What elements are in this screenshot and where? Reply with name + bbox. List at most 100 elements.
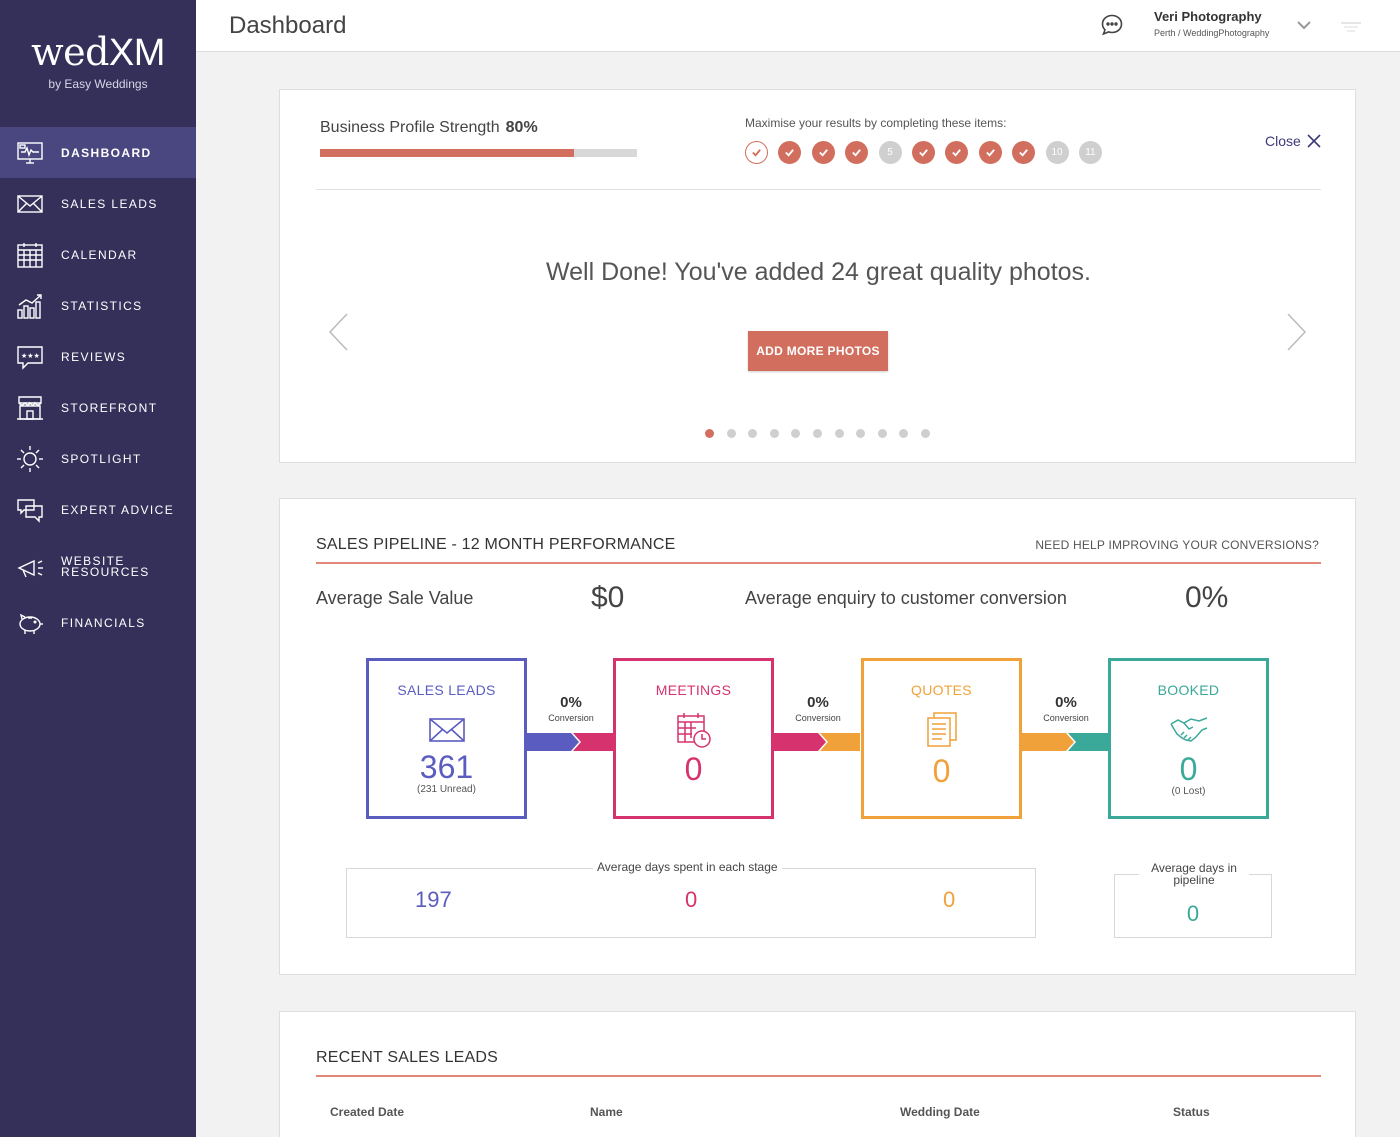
completion-step[interactable] xyxy=(911,141,935,164)
profile-strength-value: 80% xyxy=(505,119,538,136)
app-logo[interactable]: wedXM by Easy Weddings xyxy=(0,30,196,91)
sidebar-item-label: SPOTLIGHT xyxy=(61,451,142,466)
sidebar-item-label: STATISTICS xyxy=(61,298,143,313)
sidebar-item-website-resources[interactable]: WEBSITE RESOURCES xyxy=(0,541,196,592)
sidebar-item-calendar[interactable]: CALENDAR xyxy=(0,229,196,280)
sidebar-item-label: REVIEWS xyxy=(61,349,127,364)
stage-count: 0 xyxy=(1179,751,1198,787)
completion-step[interactable]: 10 xyxy=(1045,141,1069,164)
check-icon xyxy=(852,149,862,157)
stage-subtext: (0 Lost) xyxy=(1171,786,1206,797)
completion-step[interactable] xyxy=(778,141,802,164)
stage-meetings[interactable]: MEETINGS 0 xyxy=(613,658,774,819)
slide-dot[interactable] xyxy=(834,429,844,438)
conversion-percent: 0% xyxy=(807,694,829,711)
check-icon xyxy=(1019,149,1028,157)
stage-sales-leads[interactable]: SALES LEADS 361 (231 Unread) xyxy=(366,658,527,819)
stage-title: QUOTES xyxy=(911,682,972,698)
stage-title: SALES LEADS xyxy=(397,682,496,698)
completion-step[interactable] xyxy=(978,141,1002,164)
avg-days-stage-title: Average days spent in each stage xyxy=(593,860,782,874)
sidebar-item-storefront[interactable]: STOREFRONT xyxy=(0,382,196,433)
maximise-label: Maximise your results by completing thes… xyxy=(745,116,1007,130)
days-quotes: 0 xyxy=(943,887,956,912)
stage-subtext: (231 Unread) xyxy=(417,784,476,795)
check-icon xyxy=(785,149,795,157)
slide-dot[interactable] xyxy=(812,429,822,438)
sidebar-item-label: WEBSITE RESOURCES xyxy=(61,553,150,579)
profile-strength-fill xyxy=(320,149,574,157)
sidebar-item-dashboard[interactable]: DASHBOARD xyxy=(0,127,196,178)
slide-dots xyxy=(705,429,943,438)
slide-dot[interactable] xyxy=(899,429,909,438)
slide-dot[interactable] xyxy=(748,429,758,438)
slide-message: Well Done! You've added 24 great quality… xyxy=(546,258,1091,286)
recent-sales-leads-card: RECENT SALES LEADS Created Date Name Wed… xyxy=(279,1011,1356,1137)
profile-strength-text: Business Profile Strength xyxy=(320,119,500,136)
column-status[interactable]: Status xyxy=(1173,1105,1210,1119)
envelope-icon xyxy=(16,190,44,218)
slide-dot[interactable] xyxy=(769,429,779,438)
chevron-down-icon[interactable] xyxy=(1297,20,1311,30)
logo-subtitle: by Easy Weddings xyxy=(48,77,148,91)
sidebar-item-financials[interactable]: FINANCIALS xyxy=(0,597,196,648)
slide-dot[interactable] xyxy=(705,429,714,438)
completion-step[interactable] xyxy=(811,141,835,164)
sidebar-item-reviews[interactable]: ★★★ REVIEWS xyxy=(0,331,196,382)
business-logo xyxy=(1341,22,1361,32)
completion-step[interactable] xyxy=(945,141,969,164)
completion-step[interactable] xyxy=(1012,141,1036,164)
avg-sale-label: Average Sale Value xyxy=(316,588,474,608)
column-created-date[interactable]: Created Date xyxy=(330,1105,404,1119)
sidebar-item-label: FINANCIALS xyxy=(61,615,146,630)
statistics-icon xyxy=(16,292,44,320)
connector-arrow xyxy=(774,733,860,751)
sidebar-item-label: CALENDAR xyxy=(61,247,138,262)
completion-step[interactable] xyxy=(845,141,869,164)
slide-dot[interactable] xyxy=(856,429,866,438)
conversion-quotes-booked: 0% Conversion xyxy=(1023,694,1109,723)
avg-days-pipeline-title: Average days in pipeline xyxy=(1139,862,1249,886)
stage-booked[interactable]: BOOKED 0 (0 Lost) xyxy=(1108,658,1269,819)
sidebar-item-expert-advice[interactable]: EXPERT ADVICE xyxy=(0,484,196,535)
column-wedding-date[interactable]: Wedding Date xyxy=(900,1105,980,1119)
chevron-left-icon[interactable] xyxy=(328,312,350,352)
sidebar-item-spotlight[interactable]: SPOTLIGHT xyxy=(0,433,196,484)
slide-dot[interactable] xyxy=(877,429,887,438)
sidebar-item-statistics[interactable]: STATISTICS xyxy=(0,280,196,331)
completion-step[interactable]: 5 xyxy=(878,141,902,164)
check-icon xyxy=(952,149,962,157)
sun-icon xyxy=(16,445,44,473)
speech-bubbles-icon xyxy=(16,496,44,524)
help-conversions-link[interactable]: NEED HELP IMPROVING YOUR CONVERSIONS? xyxy=(1035,538,1319,552)
conversion-label: Conversion xyxy=(1043,713,1089,723)
calendar-clock-icon xyxy=(676,713,711,748)
calendar-icon xyxy=(16,241,44,269)
chevron-right-icon[interactable] xyxy=(1285,312,1307,352)
conversion-percent: 0% xyxy=(1055,694,1077,711)
completion-step[interactable]: 11 xyxy=(1078,141,1102,164)
piggy-bank-icon xyxy=(16,609,44,637)
profile-strength-label: Business Profile Strength 80% xyxy=(320,119,538,137)
column-name[interactable]: Name xyxy=(590,1105,623,1119)
page-title: Dashboard xyxy=(229,12,347,39)
close-button[interactable]: Close xyxy=(1265,133,1321,149)
check-icon xyxy=(919,149,928,157)
slide-dot[interactable] xyxy=(791,429,801,438)
avg-sale-value: $0 xyxy=(591,581,625,614)
sidebar-item-sales-leads[interactable]: SALES LEADS xyxy=(0,178,196,229)
chat-icon[interactable] xyxy=(1100,13,1124,37)
completion-step[interactable] xyxy=(745,141,768,164)
avg-conversion-label: Average enquiry to customer conversion xyxy=(745,588,1067,608)
profile-strength-bar xyxy=(320,149,637,157)
slide-dot[interactable] xyxy=(726,429,736,438)
section-underline xyxy=(316,562,1321,564)
section-underline xyxy=(316,1075,1321,1077)
envelope-icon xyxy=(428,718,465,742)
user-name[interactable]: Veri Photography xyxy=(1154,9,1262,24)
add-more-photos-button[interactable]: ADD MORE PHOTOS xyxy=(748,331,888,371)
slide-dot[interactable] xyxy=(920,429,930,438)
stage-quotes[interactable]: QUOTES 0 xyxy=(861,658,1022,819)
conversion-label: Conversion xyxy=(548,713,594,723)
pipeline-title: SALES PIPELINE - 12 MONTH PERFORMANCE xyxy=(316,536,676,553)
